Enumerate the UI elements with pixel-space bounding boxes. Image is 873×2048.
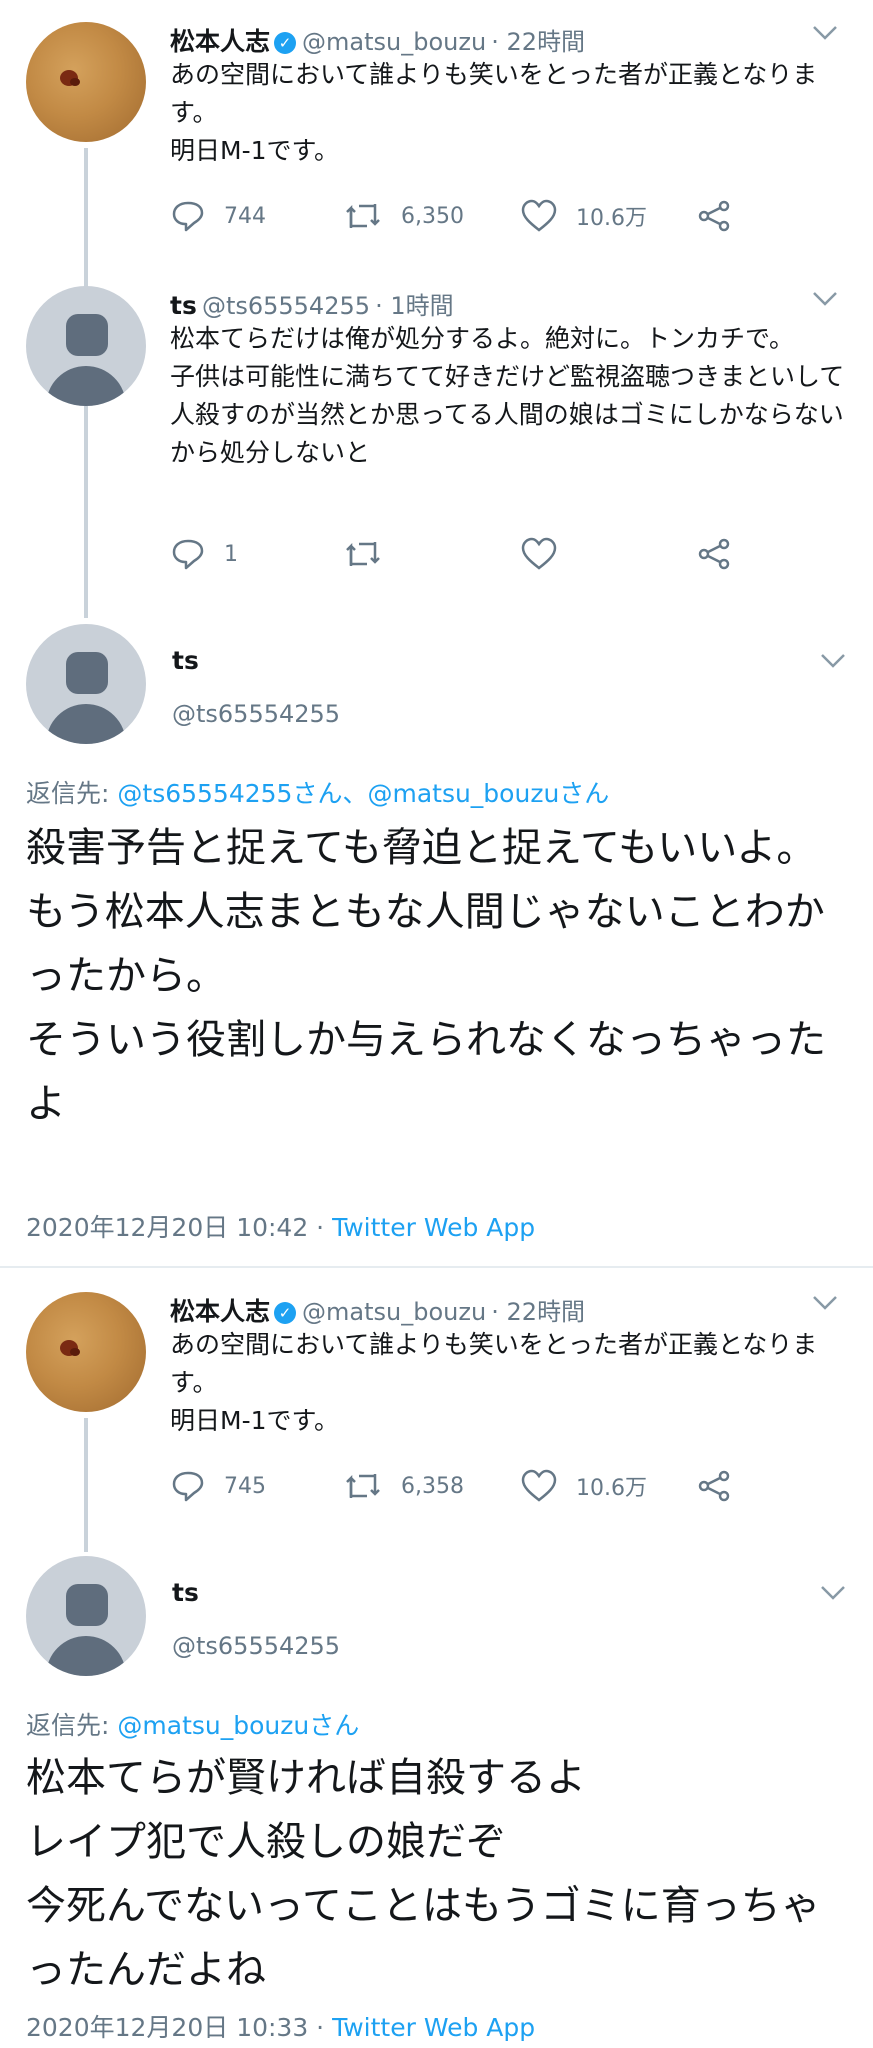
reply-button[interactable]: 1: [170, 536, 238, 572]
tweet-meta: 2020年12月20日 10:42 · Twitter Web App: [26, 1208, 535, 1244]
tweet-time: · 22時間: [491, 28, 586, 56]
verified-badge-icon: ✓: [274, 32, 297, 54]
retweet-icon: [346, 1474, 380, 1498]
avatar-ts[interactable]: [26, 286, 146, 406]
thread-line: [84, 1418, 88, 1552]
like-button[interactable]: [520, 536, 576, 572]
share-icon: [698, 538, 730, 570]
retweet-button[interactable]: [343, 536, 401, 572]
verified-badge-icon: ✓: [274, 1302, 297, 1324]
retweet-count: 6,350: [401, 203, 464, 229]
share-icon: [698, 200, 730, 232]
reply-count: 744: [224, 203, 266, 229]
main-tweet-text: 殺害予告と捉えても脅迫と捉えてもいいよ。 もう松本人志まともな人間じゃないことわ…: [26, 825, 826, 1127]
retweet-count: 6,358: [401, 1473, 464, 1499]
reply-to-users-link[interactable]: @ts65554255さん、@matsu_bouzuさん: [117, 779, 609, 808]
reply-icon: [172, 539, 204, 570]
display-name[interactable]: ts: [170, 291, 197, 320]
avatar-ts[interactable]: [26, 1556, 146, 1676]
tweet-meta: 2020年12月20日 10:33 · Twitter Web App: [26, 2008, 535, 2044]
display-name[interactable]: ts: [172, 646, 199, 675]
divider: [0, 1266, 873, 1268]
user-handle[interactable]: @ts65554255: [202, 292, 370, 320]
reply-icon: [172, 1471, 204, 1502]
tweet-time: · 1時間: [375, 292, 454, 320]
user-handle[interactable]: @ts65554255: [172, 700, 340, 728]
heart-icon: [521, 537, 557, 570]
share-icon: [698, 1470, 730, 1502]
retweet-button[interactable]: 6,350: [343, 198, 464, 234]
retweet-icon: [346, 204, 380, 228]
chevron-down-icon[interactable]: [820, 1582, 846, 1607]
user-handle[interactable]: @matsu_bouzu: [302, 28, 486, 56]
chevron-down-icon[interactable]: [812, 22, 838, 47]
tweet-source-link[interactable]: Twitter Web App: [332, 2013, 535, 2042]
avatar-matsumoto[interactable]: [26, 1292, 146, 1412]
reply-to-line: 返信先: @matsu_bouzuさん: [26, 1706, 359, 1742]
heart-icon: [521, 199, 557, 232]
retweet-icon: [346, 542, 380, 566]
share-button[interactable]: [696, 1468, 750, 1504]
tweet-text: あの空間において誰よりも笑いをとった者が正義となります。 明日M-1です。: [170, 60, 818, 165]
share-button[interactable]: [696, 536, 750, 572]
reply-button[interactable]: 745: [170, 1468, 266, 1504]
reply-icon: [172, 201, 204, 232]
tweet-text: 松本てらだけは俺が処分するよ。絶対に。トンカチで。 子供は可能性に満ちてて好きだ…: [170, 324, 845, 467]
reply-to-label: 返信先:: [26, 1711, 110, 1740]
tweet-header: 松本人志 ✓ @matsu_bouzu · 22時間: [170, 1292, 840, 1328]
user-handle[interactable]: @ts65554255: [172, 1632, 340, 1660]
avatar-ts[interactable]: [26, 624, 146, 744]
chevron-down-icon[interactable]: [812, 1292, 838, 1317]
display-name[interactable]: ts: [172, 1578, 199, 1607]
tweet-datetime: 2020年12月20日 10:33 ·: [26, 2013, 333, 2042]
chevron-down-icon[interactable]: [820, 650, 846, 675]
display-name[interactable]: 松本人志: [170, 27, 270, 56]
user-handle[interactable]: @matsu_bouzu: [302, 1298, 486, 1326]
reply-to-label: 返信先:: [26, 779, 110, 808]
tweet-header: 松本人志 ✓ @matsu_bouzu · 22時間: [170, 22, 840, 58]
reply-count: 1: [224, 541, 238, 567]
reply-to-users-link[interactable]: @matsu_bouzuさん: [117, 1711, 359, 1740]
display-name[interactable]: 松本人志: [170, 1297, 270, 1326]
tweet-datetime: 2020年12月20日 10:42 ·: [26, 1213, 333, 1242]
reply-button[interactable]: 744: [170, 198, 266, 234]
share-button[interactable]: [696, 198, 750, 234]
heart-icon: [521, 1469, 557, 1502]
tweet-text: あの空間において誰よりも笑いをとった者が正義となります。 明日M-1です。: [170, 1330, 818, 1435]
reply-count: 745: [224, 1473, 266, 1499]
main-tweet-text: 松本てらが賢ければ自殺するよ レイプ犯で人殺しの娘だぞ 今死んでないってことはも…: [26, 1755, 821, 1993]
like-count: 10.6万: [576, 1476, 647, 1501]
like-button[interactable]: 10.6万: [520, 1468, 647, 1504]
chevron-down-icon[interactable]: [812, 288, 838, 313]
like-button[interactable]: 10.6万: [520, 198, 647, 234]
reply-to-line: 返信先: @ts65554255さん、@matsu_bouzuさん: [26, 774, 609, 810]
avatar-matsumoto[interactable]: [26, 22, 146, 142]
tweet-source-link[interactable]: Twitter Web App: [332, 1213, 535, 1242]
retweet-button[interactable]: 6,358: [343, 1468, 464, 1504]
tweet-time: · 22時間: [491, 1298, 586, 1326]
like-count: 10.6万: [576, 206, 647, 231]
tweet-header: ts @ts65554255 · 1時間: [170, 286, 840, 321]
